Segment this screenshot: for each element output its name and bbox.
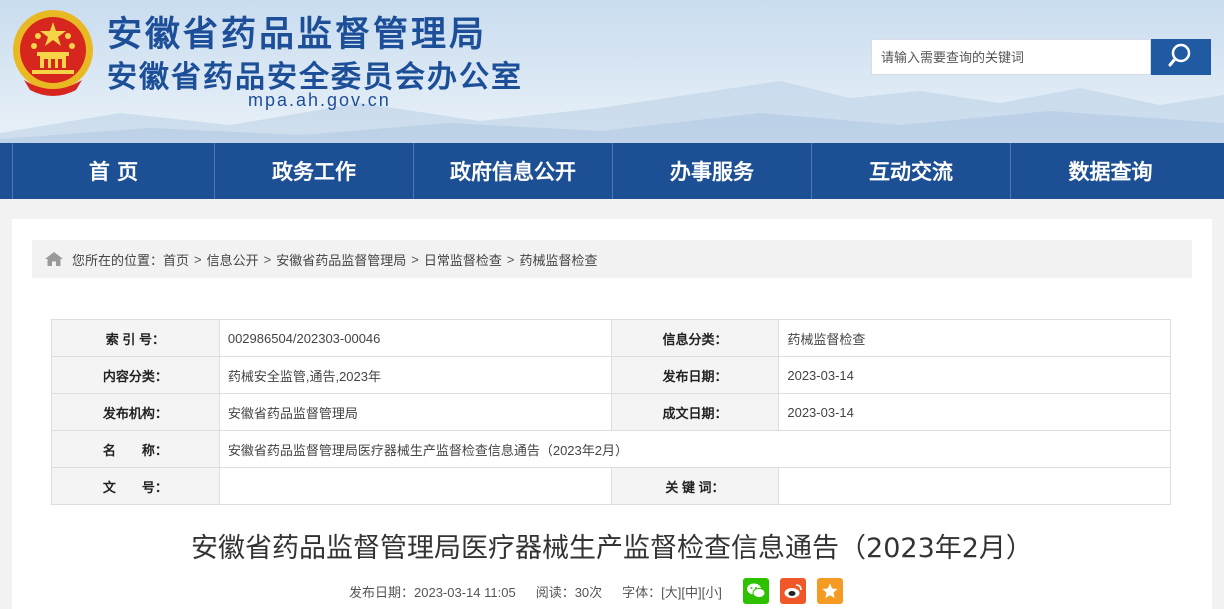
document-date-value: 2023-03-14 xyxy=(778,393,1171,431)
font-size-small-button[interactable]: [小] xyxy=(702,582,722,601)
search-input[interactable] xyxy=(871,39,1151,75)
breadcrumb-link-info-disclosure[interactable]: 信息公开 xyxy=(207,250,259,269)
document-name-label: 名 称： xyxy=(51,430,220,468)
article-meta-bar: 发布日期：2023-03-14 11:05 阅读：30次 字体： [大] [中]… xyxy=(349,578,843,604)
table-row: 文 号： 关 键 词： xyxy=(51,467,1171,505)
wechat-share-icon[interactable] xyxy=(742,578,769,604)
document-number-label: 文 号： xyxy=(51,467,220,505)
document-number-value xyxy=(218,467,612,505)
publisher-value: 安徽省药品监督管理局 xyxy=(218,393,612,431)
site-domain: mpa.ah.gov.cn xyxy=(248,90,391,110)
search-box xyxy=(871,39,1211,75)
table-row: 发布机构： 安徽省药品监督管理局 成文日期： 2023-03-14 xyxy=(51,393,1171,431)
keywords-value xyxy=(778,467,1171,505)
font-size-label: 字体： xyxy=(622,584,662,600)
document-metadata-table: 索 引 号： 002986504/202303-00046 信息分类： 药械监督… xyxy=(51,319,1172,505)
breadcrumb-link-drug-device-inspection[interactable]: 药械监督检查 xyxy=(519,250,597,269)
breadcrumb-separator: > xyxy=(194,251,202,267)
breadcrumb-separator: > xyxy=(263,251,272,267)
publish-date-value: 2023-03-14 xyxy=(778,356,1171,394)
search-button[interactable] xyxy=(1151,39,1211,75)
table-row: 名 称： 安徽省药品监督管理局医疗器械生产监督检查信息通告（2023年2月） xyxy=(51,430,1172,468)
document-name-value: 安徽省药品监督管理局医疗器械生产监督检查信息通告（2023年2月） xyxy=(218,430,1172,468)
share-bar xyxy=(732,578,843,604)
site-header: 安徽省药品监督管理局 安徽省药品安全委员会办公室 mpa.ah.gov.cn xyxy=(0,0,1224,143)
info-category-value: 药械监督检查 xyxy=(778,319,1171,357)
breadcrumb-link-daily-inspection[interactable]: 日常监督检查 xyxy=(424,250,502,269)
nav-item-data-query[interactable]: 数据查询 xyxy=(1011,143,1210,199)
font-size-large-button[interactable]: [大] xyxy=(661,582,681,601)
site-title: 安徽省药品监督管理局 xyxy=(107,15,488,55)
keywords-label: 关 键 词： xyxy=(610,467,780,505)
content-category-value: 药械安全监管,通告,2023年 xyxy=(218,356,612,394)
nav-item-home[interactable]: 首 页 xyxy=(12,143,215,199)
home-icon[interactable] xyxy=(44,251,64,267)
publisher-label: 发布机构： xyxy=(51,393,220,431)
main-nav: 首 页 政务工作 政府信息公开 办事服务 互动交流 数据查询 xyxy=(0,143,1224,199)
breadcrumb-separator: > xyxy=(506,251,515,267)
font-size-medium-button[interactable]: [中] xyxy=(681,582,701,601)
nav-item-government-affairs[interactable]: 政务工作 xyxy=(215,143,414,199)
publish-date-label: 发布日期： xyxy=(610,356,780,394)
breadcrumb: 您所在的位置： 首页 > 信息公开 > 安徽省药品监督管理局 > 日常监督检查 … xyxy=(32,240,1192,278)
content-category-label: 内容分类： xyxy=(51,356,220,394)
nav-item-interaction[interactable]: 互动交流 xyxy=(812,143,1011,199)
breadcrumb-link-agency[interactable]: 安徽省药品监督管理局 xyxy=(276,250,406,269)
breadcrumb-prefix: 您所在的位置： xyxy=(72,252,164,268)
nav-item-info-disclosure[interactable]: 政府信息公开 xyxy=(414,143,613,199)
table-row: 索 引 号： 002986504/202303-00046 信息分类： 药械监督… xyxy=(51,319,1171,357)
favorite-star-icon[interactable] xyxy=(816,578,843,604)
info-category-label: 信息分类： xyxy=(610,319,780,357)
document-date-label: 成文日期： xyxy=(610,393,780,431)
index-number-label: 索 引 号： xyxy=(51,319,220,357)
index-number-value: 002986504/202303-00046 xyxy=(218,319,612,357)
table-row: 内容分类： 药械安全监管,通告,2023年 发布日期： 2023-03-14 xyxy=(51,356,1171,394)
weibo-share-icon[interactable] xyxy=(779,578,806,604)
nav-item-services[interactable]: 办事服务 xyxy=(613,143,812,199)
article-title: 安徽省药品监督管理局医疗器械生产监督检查信息通告（2023年2月） xyxy=(191,533,1033,564)
article-read-count: 阅读：30次 xyxy=(535,584,603,600)
breadcrumb-separator: > xyxy=(411,251,419,267)
article-publish-date: 发布日期：2023-03-14 11:05 xyxy=(349,584,516,600)
national-emblem-icon xyxy=(10,6,96,98)
search-icon xyxy=(1167,41,1195,74)
breadcrumb-link-home[interactable]: 首页 xyxy=(163,250,189,269)
